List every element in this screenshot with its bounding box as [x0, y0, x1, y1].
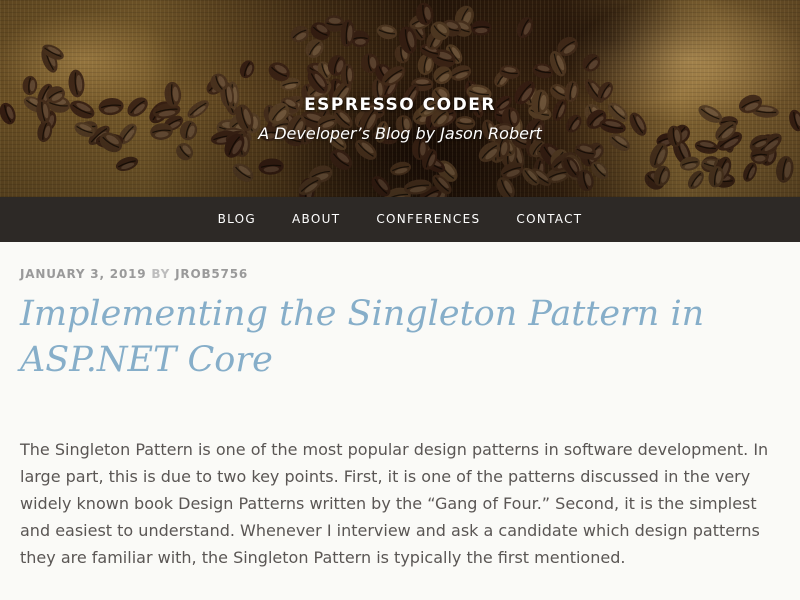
main-nav: BLOG ABOUT CONFERENCES CONTACT — [0, 197, 800, 242]
post-meta: JANUARY 3, 2019 BY JROB5756 — [20, 267, 780, 281]
nav-item-conferences[interactable]: CONFERENCES — [358, 197, 498, 242]
post-by-label: BY — [151, 267, 171, 281]
nav-item-about[interactable]: ABOUT — [274, 197, 358, 242]
post-author[interactable]: JROB5756 — [175, 267, 248, 281]
header-hero: ESPRESSO CODER A Developer’s Blog by Jas… — [0, 0, 800, 197]
nav-item-contact[interactable]: CONTACT — [498, 197, 600, 242]
site-tagline: A Developer’s Blog by Jason Robert — [258, 124, 542, 143]
post-date[interactable]: JANUARY 3, 2019 — [20, 267, 146, 281]
nav-item-blog[interactable]: BLOG — [200, 197, 274, 242]
site-title[interactable]: ESPRESSO CODER — [0, 95, 800, 115]
post-title[interactable]: Implementing the Singleton Pattern in AS… — [20, 291, 780, 383]
post-content: JANUARY 3, 2019 BY JROB5756 Implementing… — [0, 267, 800, 571]
post-body-paragraph: The Singleton Pattern is one of the most… — [20, 440, 769, 567]
